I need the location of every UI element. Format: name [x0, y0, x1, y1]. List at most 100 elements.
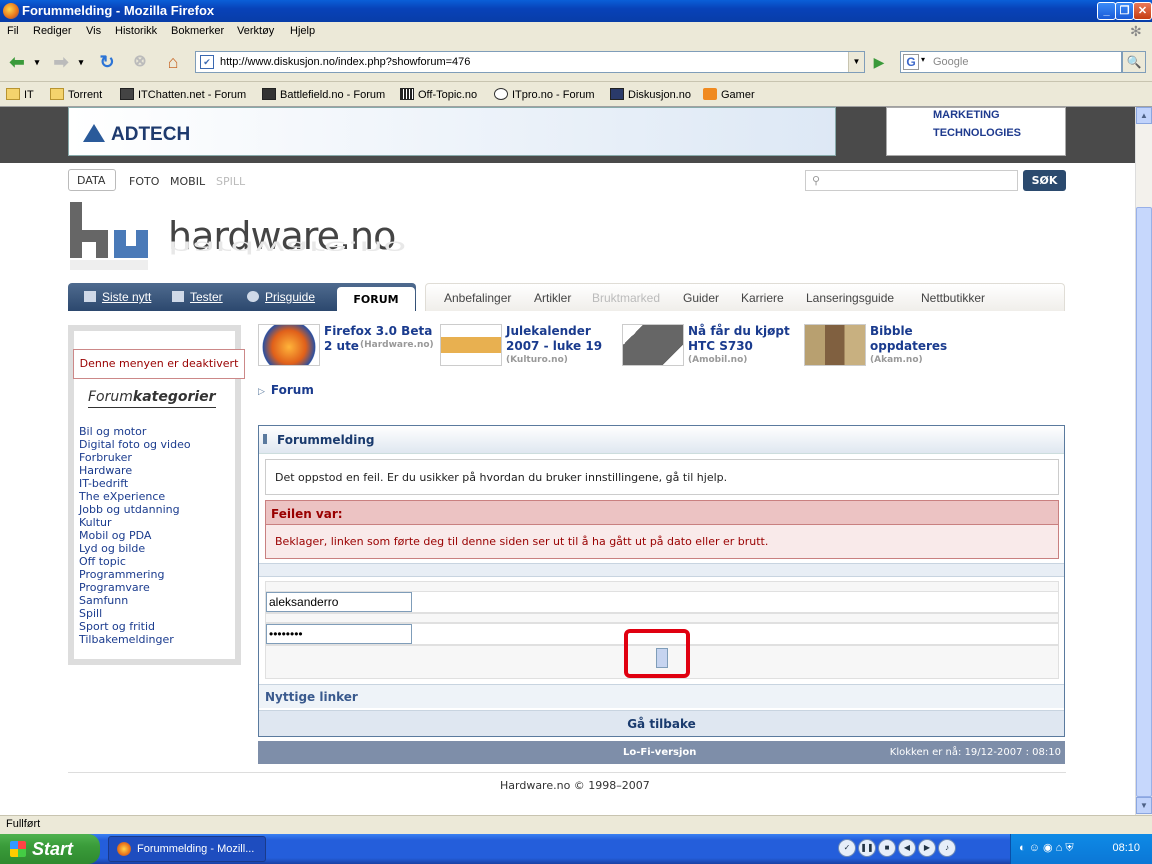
- tab-siste-nytt[interactable]: Siste nytt: [84, 290, 151, 304]
- category-link[interactable]: The eXperience: [79, 490, 191, 503]
- lofi-link[interactable]: Lo-Fi-versjon: [623, 747, 696, 758]
- tab-bruktmarked[interactable]: Bruktmarked: [592, 291, 660, 305]
- tab-karriere[interactable]: Karriere: [741, 291, 784, 305]
- category-link[interactable]: Forbruker: [79, 451, 191, 464]
- tab-tester[interactable]: Tester: [172, 290, 223, 304]
- tab-prisguide[interactable]: Prisguide: [247, 290, 315, 304]
- tab-forum[interactable]: FORUM: [337, 287, 415, 313]
- hw-logo-icon: [70, 202, 148, 270]
- pause-icon[interactable]: ❚❚: [858, 839, 876, 857]
- site-search-input[interactable]: ⚲: [805, 170, 1018, 191]
- menu-bokmerker[interactable]: Bokmerker: [171, 25, 224, 37]
- go-back-link[interactable]: Gå tilbake: [627, 717, 696, 731]
- scroll-thumb[interactable]: [1136, 207, 1152, 797]
- category-link[interactable]: Hardware: [79, 464, 191, 477]
- bookmark-gamer[interactable]: Gamer: [703, 88, 755, 101]
- news-item[interactable]: Julekalender 2007 - luke 19 (Kulturo.no): [440, 324, 620, 368]
- start-button[interactable]: Start: [0, 834, 100, 864]
- category-link[interactable]: Programvare: [79, 581, 191, 594]
- previous-icon[interactable]: ◀: [898, 839, 916, 857]
- back-dropdown-icon[interactable]: ▾: [32, 49, 42, 75]
- category-link[interactable]: Tilbakemeldinger: [79, 633, 191, 646]
- search-box[interactable]: G ▾ Google: [900, 51, 1122, 73]
- stop-icon[interactable]: ⊗: [127, 49, 153, 75]
- category-link[interactable]: IT-bedrift: [79, 477, 191, 490]
- minimize-button[interactable]: _: [1097, 2, 1116, 20]
- menu-rediger[interactable]: Rediger: [33, 25, 72, 37]
- tab-lanseringsguide[interactable]: Lanseringsguide: [806, 291, 894, 305]
- category-link[interactable]: Programmering: [79, 568, 191, 581]
- username-field[interactable]: [266, 592, 412, 612]
- breadcrumb-forum-link[interactable]: Forum: [271, 383, 314, 397]
- google-icon[interactable]: G: [903, 54, 919, 70]
- url-bar[interactable]: ✔ http://www.diskusjon.no/index.php?show…: [195, 51, 865, 73]
- next-icon[interactable]: ▶: [918, 839, 936, 857]
- category-link[interactable]: Spill: [79, 607, 191, 620]
- window-titlebar[interactable]: Forummelding - Mozilla Firefox _ ❐ ✕: [0, 0, 1152, 22]
- section-link-foto[interactable]: FOTO: [129, 175, 159, 188]
- scroll-down-icon[interactable]: ▼: [1136, 797, 1152, 814]
- tab-guider[interactable]: Guider: [683, 291, 719, 305]
- news-item[interactable]: Firefox 3.0 Beta 2 ute (Hardware.no): [258, 324, 438, 368]
- category-link[interactable]: Jobb og utdanning: [79, 503, 191, 516]
- engine-dropdown-icon[interactable]: ▾: [921, 55, 925, 64]
- bookmark-diskusjon[interactable]: Diskusjon.no: [610, 88, 691, 101]
- news-item[interactable]: Bibble oppdateres (Akam.no): [804, 324, 984, 368]
- back-icon[interactable]: ⬅: [4, 49, 30, 75]
- bookmark-offtopic[interactable]: Off-Topic.no: [400, 88, 477, 101]
- category-link[interactable]: Samfunn: [79, 594, 191, 607]
- bookmark-torrent[interactable]: Torrent: [50, 88, 102, 101]
- search-go-icon[interactable]: 🔍: [1122, 51, 1146, 73]
- news-title[interactable]: Nå får du kjøpt HTC S730: [688, 324, 808, 354]
- section-link-spill[interactable]: SPILL: [216, 175, 245, 188]
- go-back-bar[interactable]: Gå tilbake: [259, 710, 1064, 736]
- tray-clock: 08:10: [1112, 842, 1140, 854]
- menu-fil[interactable]: Fil: [7, 25, 19, 37]
- volume-icon[interactable]: ♪: [938, 839, 956, 857]
- tab-nettbutikker[interactable]: Nettbutikker: [921, 291, 985, 305]
- useful-links-link[interactable]: Nyttige linker: [265, 690, 358, 704]
- taskbar-item-firefox[interactable]: Forummelding - Mozill...: [108, 836, 266, 862]
- site-search-button[interactable]: SØK: [1023, 170, 1066, 191]
- vertical-scrollbar[interactable]: ▲ ▼: [1135, 107, 1152, 815]
- url-dropdown-icon[interactable]: ▼: [848, 52, 864, 72]
- go-icon[interactable]: ▶: [869, 52, 889, 72]
- category-link[interactable]: Off topic: [79, 555, 191, 568]
- bookmark-battlefield[interactable]: Battlefield.no - Forum: [262, 88, 385, 101]
- media-menu-icon[interactable]: ✓: [838, 839, 856, 857]
- category-link[interactable]: Sport og fritid: [79, 620, 191, 633]
- reload-icon[interactable]: ↻: [94, 49, 120, 75]
- menu-hjelp[interactable]: Hjelp: [290, 25, 315, 37]
- category-link[interactable]: Kultur: [79, 516, 191, 529]
- bookmark-itchatten[interactable]: ITChatten.net - Forum: [120, 88, 246, 101]
- section-link-data[interactable]: DATA: [68, 169, 116, 191]
- ad-banner-right[interactable]: MARKETING TECHNOLOGIES: [886, 107, 1066, 156]
- password-field[interactable]: [266, 624, 412, 644]
- scroll-up-icon[interactable]: ▲: [1136, 107, 1152, 124]
- stop-media-icon[interactable]: ■: [878, 839, 896, 857]
- menu-historikk[interactable]: Historikk: [115, 25, 157, 37]
- section-link-mobil[interactable]: MOBIL: [170, 175, 205, 188]
- login-section-header: [259, 563, 1064, 577]
- bookmark-it[interactable]: IT: [6, 88, 34, 101]
- news-item[interactable]: Nå får du kjøpt HTC S730 (Amobil.no): [622, 324, 802, 368]
- ad-banner-left[interactable]: ADTECH: [68, 107, 836, 156]
- tab-artikler[interactable]: Artikler: [534, 291, 571, 305]
- news-title[interactable]: Julekalender 2007 - luke 19: [506, 324, 626, 354]
- menu-verktoy[interactable]: Verktøy: [237, 25, 274, 37]
- tab-anbefalinger[interactable]: Anbefalinger: [444, 291, 511, 305]
- bookmark-itpro[interactable]: ITpro.no - Forum: [494, 88, 595, 101]
- menu-vis[interactable]: Vis: [86, 25, 101, 37]
- close-button[interactable]: ✕: [1133, 2, 1152, 20]
- forward-dropdown-icon[interactable]: ▾: [76, 49, 86, 75]
- forward-icon[interactable]: ➡: [48, 49, 74, 75]
- maximize-button[interactable]: ❐: [1115, 2, 1134, 20]
- category-link[interactable]: Lyd og bilde: [79, 542, 191, 555]
- news-title[interactable]: Bibble oppdateres: [870, 324, 990, 354]
- category-link[interactable]: Mobil og PDA: [79, 529, 191, 542]
- tray-icons[interactable]: ◐ ☺ ◉ ⌂ ⛨: [1019, 841, 1074, 855]
- home-icon[interactable]: ⌂: [160, 49, 186, 75]
- category-link[interactable]: Bil og motor: [79, 425, 191, 438]
- site-logo[interactable]: hardware.no hardware.no: [68, 202, 406, 280]
- category-link[interactable]: Digital foto og video: [79, 438, 191, 451]
